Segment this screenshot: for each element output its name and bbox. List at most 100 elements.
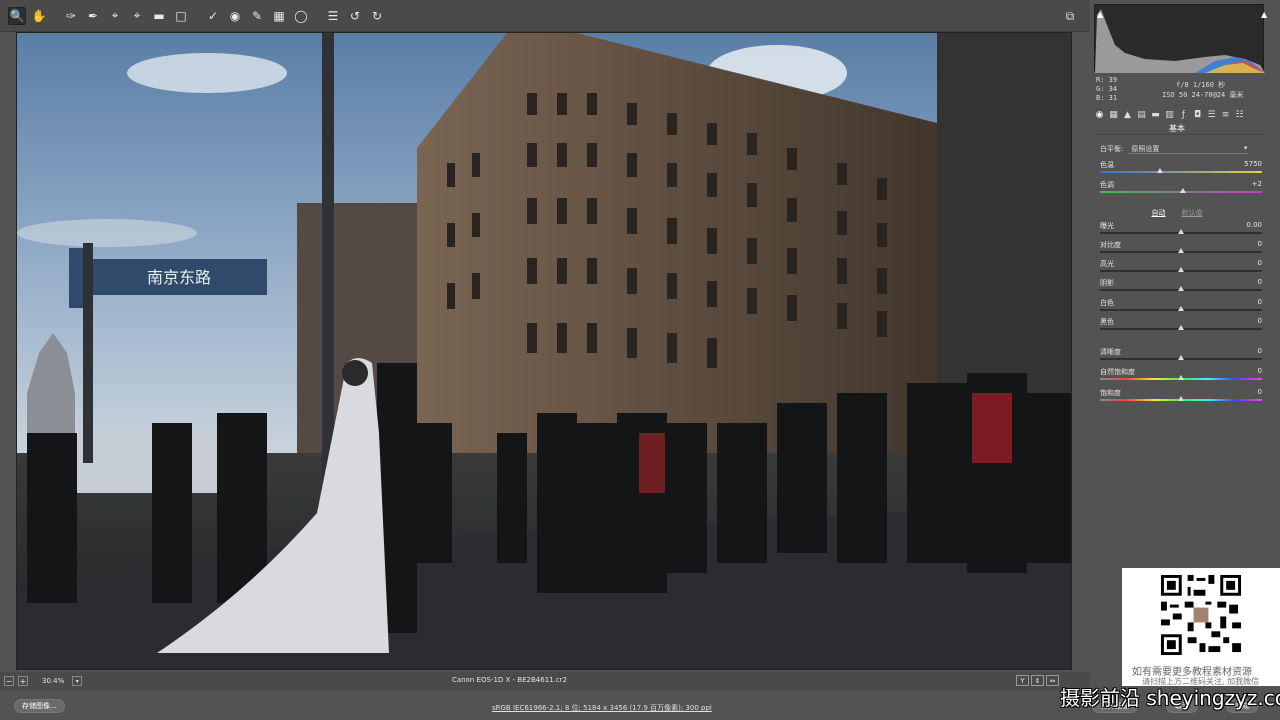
zoom-level: 30.4% — [42, 677, 65, 685]
slider-value[interactable]: 0 — [1258, 240, 1262, 248]
straighten-icon[interactable]: ▬ — [150, 7, 168, 25]
slider-row: 色调 +2 — [1100, 180, 1262, 200]
view-buttons: Y ⇕ ⇔ — [1016, 675, 1059, 686]
tab-lens-icon[interactable]: ▥ — [1164, 110, 1175, 121]
color-sampler-icon[interactable]: ✒ — [84, 7, 102, 25]
slider-label: 色温 — [1100, 161, 1114, 169]
zoom-out-button[interactable]: − — [4, 676, 14, 686]
slider-thumb[interactable] — [1178, 325, 1184, 330]
tab-menu-icon[interactable]: ☷ — [1234, 110, 1245, 121]
default-link[interactable]: 默认值 — [1182, 208, 1203, 218]
tab-presets-icon[interactable]: ☰ — [1206, 110, 1217, 121]
auto-default-row: 自动 默认值 — [1090, 208, 1264, 218]
workflow-options-link[interactable]: sRGB IEC61966-2.1; 8 位; 5184 x 3456 (17.… — [492, 703, 712, 713]
photo-scene: 南京东路 — [17, 33, 1071, 669]
slider-label: 饱和度 — [1100, 389, 1121, 397]
slider-thumb[interactable] — [1178, 375, 1184, 380]
slider-label: 白色 — [1100, 299, 1114, 307]
readout-b: B: 31 — [1096, 94, 1118, 102]
slider-value[interactable]: 0.00 — [1246, 221, 1262, 229]
tab-camera-icon[interactable]: ◘ — [1192, 110, 1203, 121]
spot-removal-icon[interactable]: ✓ — [204, 7, 222, 25]
slider-row: 高光 0 — [1100, 259, 1262, 279]
slider-thumb[interactable] — [1178, 286, 1184, 291]
slider-value[interactable]: 0 — [1258, 347, 1262, 355]
slider-value[interactable]: 0 — [1258, 317, 1262, 325]
highlight-clipping-icon[interactable]: ▲ — [1261, 10, 1269, 19]
readout-r: R: 39 — [1096, 76, 1118, 84]
slider-row: 色温 5750 — [1100, 160, 1262, 180]
graduated-filter-icon[interactable]: ▦ — [270, 7, 288, 25]
before-after-toggle-button[interactable]: Y — [1016, 675, 1029, 686]
slider-label: 对比度 — [1100, 241, 1121, 249]
crop-icon[interactable]: ⌖ — [128, 7, 146, 25]
preferences-icon[interactable]: ☰ — [324, 7, 342, 25]
copy-settings-button[interactable]: ⇔ — [1046, 675, 1059, 686]
auto-link[interactable]: 自动 — [1152, 208, 1166, 218]
slider-value[interactable]: 0 — [1258, 388, 1262, 396]
slider-thumb[interactable] — [1156, 168, 1163, 173]
tab-snapshots-icon[interactable]: ≡ — [1220, 110, 1231, 121]
eyedropper-icon[interactable]: ✑ — [62, 7, 80, 25]
redeye-icon[interactable]: ◉ — [226, 7, 244, 25]
slider-value[interactable]: +2 — [1252, 180, 1262, 188]
slider-thumb[interactable] — [1178, 355, 1184, 360]
pixel-readout: R: 39 G: 34 B: 31 f/8 1/160 秒 ISO 50 24-… — [1096, 76, 1266, 102]
tab-detail-icon[interactable]: ▲ — [1122, 110, 1133, 121]
rotate-left-icon[interactable]: ↺ — [346, 7, 364, 25]
bride-head — [342, 360, 368, 386]
slider-value[interactable]: 0 — [1258, 278, 1262, 286]
slider-thumb[interactable] — [1178, 267, 1184, 272]
tab-basic-icon[interactable]: ◉ — [1094, 110, 1105, 121]
slider-thumb[interactable] — [1178, 248, 1184, 253]
slider-thumb[interactable] — [1178, 396, 1184, 401]
iso-lens-info: ISO 50 24-70@24 毫米 — [1162, 91, 1244, 99]
brush-icon[interactable]: ✎ — [248, 7, 266, 25]
tab-tone-curve-icon[interactable]: ▦ — [1108, 110, 1119, 121]
status-bar: − + 30.4% ▾ Canon EOS-1D X - BE2B4611.cr… — [0, 672, 1090, 690]
divider — [1096, 134, 1264, 135]
slider-row: 阴影 0 — [1100, 278, 1262, 298]
slider-row: 白色 0 — [1100, 298, 1262, 318]
file-name: Canon EOS-1D X - BE2B4611.cr2 — [452, 676, 568, 684]
photo: 南京东路 — [17, 33, 1071, 669]
tool-bar: 🔍 ✋ ✑ ✒ ⌖ ⌖ ▬ □ ✓ ◉ ✎ ▦ ◯ ☰ ↺ ↻ ⧉ — [0, 0, 1090, 32]
slider-value[interactable]: 0 — [1258, 367, 1262, 375]
slider-row: 自然饱和度 0 — [1100, 367, 1262, 387]
slider-row: 黑色 0 — [1100, 317, 1262, 337]
sign-pole — [83, 243, 93, 463]
target-adjust-icon[interactable]: ⌖ — [106, 7, 124, 25]
zoom-dropdown[interactable]: ▾ — [72, 676, 83, 686]
image-preview[interactable]: 南京东路 — [16, 32, 1072, 670]
fullscreen-icon[interactable]: ⧉ — [1062, 8, 1078, 24]
tab-split-toning-icon[interactable]: ▬ — [1150, 110, 1161, 121]
slider-label: 清晰度 — [1100, 348, 1121, 356]
cloud — [17, 219, 197, 247]
slider-track[interactable] — [1100, 171, 1262, 173]
slider-thumb[interactable] — [1178, 306, 1184, 311]
zoom-in-button[interactable]: + — [18, 676, 28, 686]
rotate-right-icon[interactable]: ↻ — [368, 7, 386, 25]
white-balance-value: 原照设置 — [1131, 145, 1160, 153]
panel-title: 基本 — [1169, 124, 1185, 133]
qr-code — [1158, 572, 1244, 658]
swap-before-after-button[interactable]: ⇕ — [1031, 675, 1044, 686]
slider-label: 自然饱和度 — [1100, 368, 1135, 376]
tab-hsl-icon[interactable]: ▤ — [1136, 110, 1147, 121]
slider-value[interactable]: 0 — [1258, 298, 1262, 306]
save-image-button[interactable]: 存储图像... — [14, 699, 65, 713]
cloud — [127, 53, 287, 93]
slider-thumb[interactable] — [1178, 229, 1184, 234]
watermark: 摄影前沿 sheyingzyz.com — [1060, 686, 1280, 710]
tab-effects-icon[interactable]: ƒ — [1178, 110, 1189, 121]
red-jacket — [639, 433, 665, 493]
slider-value[interactable]: 0 — [1258, 259, 1262, 267]
shadow-clipping-icon[interactable]: ▲ — [1097, 10, 1105, 19]
hand-icon[interactable]: ✋ — [30, 7, 48, 25]
white-balance-select[interactable]: 原照设置 ▾ — [1129, 144, 1250, 154]
slider-thumb[interactable] — [1179, 188, 1186, 193]
radial-filter-icon[interactable]: ◯ — [292, 7, 310, 25]
zoom-icon[interactable]: 🔍 — [8, 6, 26, 25]
transform-icon[interactable]: □ — [172, 7, 190, 25]
slider-value[interactable]: 5750 — [1244, 160, 1262, 168]
